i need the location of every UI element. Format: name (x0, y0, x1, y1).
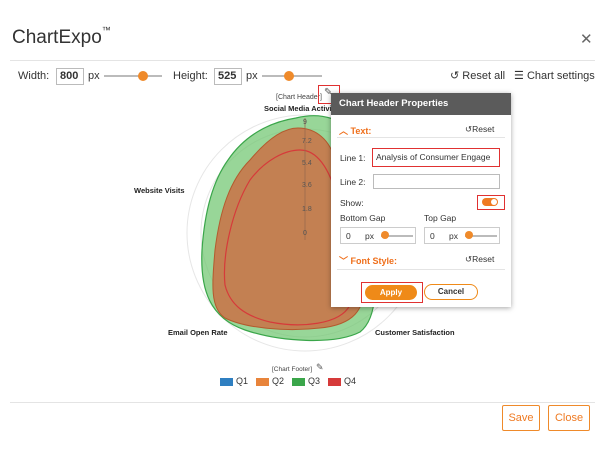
axis-label-customer-satisfaction: Customer Satisfaction (375, 328, 455, 337)
close-button[interactable]: Close (548, 405, 590, 431)
section-divider (337, 269, 505, 270)
top-gap-control[interactable]: 0 px (424, 227, 500, 244)
tick-label: 0 (303, 230, 307, 237)
radar-chart (186, 114, 424, 352)
show-toggle[interactable] (482, 198, 498, 206)
axis-label-email-open-rate: Email Open Rate (168, 328, 228, 337)
toggle-knob (491, 199, 497, 205)
bottom-gap-unit: px (365, 231, 374, 241)
cancel-button[interactable]: Cancel (424, 284, 478, 300)
tick-label: 9 (303, 119, 307, 126)
bottom-gap-control[interactable]: 0 px (340, 227, 416, 244)
text-section-toggle[interactable]: ︿ Text: (339, 124, 371, 137)
top-gap-label: Top Gap (424, 213, 457, 223)
line1-label: Line 1: (340, 153, 366, 163)
line2-input[interactable] (373, 174, 500, 189)
legend-item-q1[interactable]: Q1 (220, 376, 248, 386)
legend: Q1 Q2 Q3 Q4 (220, 376, 356, 386)
legend-swatch (292, 377, 306, 386)
font-style-reset-button[interactable]: ↺Reset (465, 254, 494, 265)
apply-highlight[interactable]: Apply (361, 282, 423, 303)
bottom-gap-value[interactable]: 0 (346, 231, 351, 241)
save-button[interactable]: Save (502, 405, 540, 431)
legend-item-q4[interactable]: Q4 (328, 376, 356, 386)
line1-input[interactable]: Analysis of Consumer Engage (372, 148, 500, 167)
tick-label: 5.4 (302, 160, 312, 167)
axis-label-website-visits: Website Visits (134, 186, 185, 195)
apply-button[interactable]: Apply (365, 285, 417, 300)
chart-footer-placeholder[interactable]: [Chart Footer] (272, 366, 312, 373)
section-divider (337, 137, 505, 138)
legend-swatch (256, 377, 270, 386)
chart-header-properties-panel: Chart Header Properties ︿ Text: ↺Reset L… (331, 93, 511, 307)
pencil-icon[interactable]: ✎ (316, 362, 324, 373)
line2-label: Line 2: (340, 177, 366, 187)
bottom-gap-label: Bottom Gap (340, 213, 386, 223)
top-gap-value[interactable]: 0 (430, 231, 435, 241)
top-gap-knob[interactable] (465, 231, 473, 239)
bottom-gap-knob[interactable] (381, 231, 389, 239)
text-reset-button[interactable]: ↺Reset (465, 124, 494, 135)
font-style-section-toggle[interactable]: ﹀ Font Style: (339, 254, 397, 267)
chart-header-placeholder[interactable]: [Chart Header] (276, 94, 322, 101)
axis-label-social-media: Social Media Activi (264, 104, 332, 113)
legend-item-q2[interactable]: Q2 (256, 376, 284, 386)
chevron-up-icon: ︿ (339, 126, 349, 136)
tick-label: 7.2 (302, 138, 312, 145)
legend-swatch (220, 377, 233, 386)
chevron-down-icon: ﹀ (339, 256, 349, 266)
footer-divider (10, 402, 595, 403)
tick-label: 3.6 (302, 182, 312, 189)
legend-item-q3[interactable]: Q3 (292, 376, 320, 386)
legend-swatch (328, 377, 342, 386)
panel-title: Chart Header Properties (331, 93, 511, 115)
show-label: Show: (340, 198, 364, 208)
top-gap-unit: px (449, 231, 458, 241)
tick-label: 1.8 (302, 206, 312, 213)
show-toggle-highlight[interactable] (477, 195, 505, 210)
